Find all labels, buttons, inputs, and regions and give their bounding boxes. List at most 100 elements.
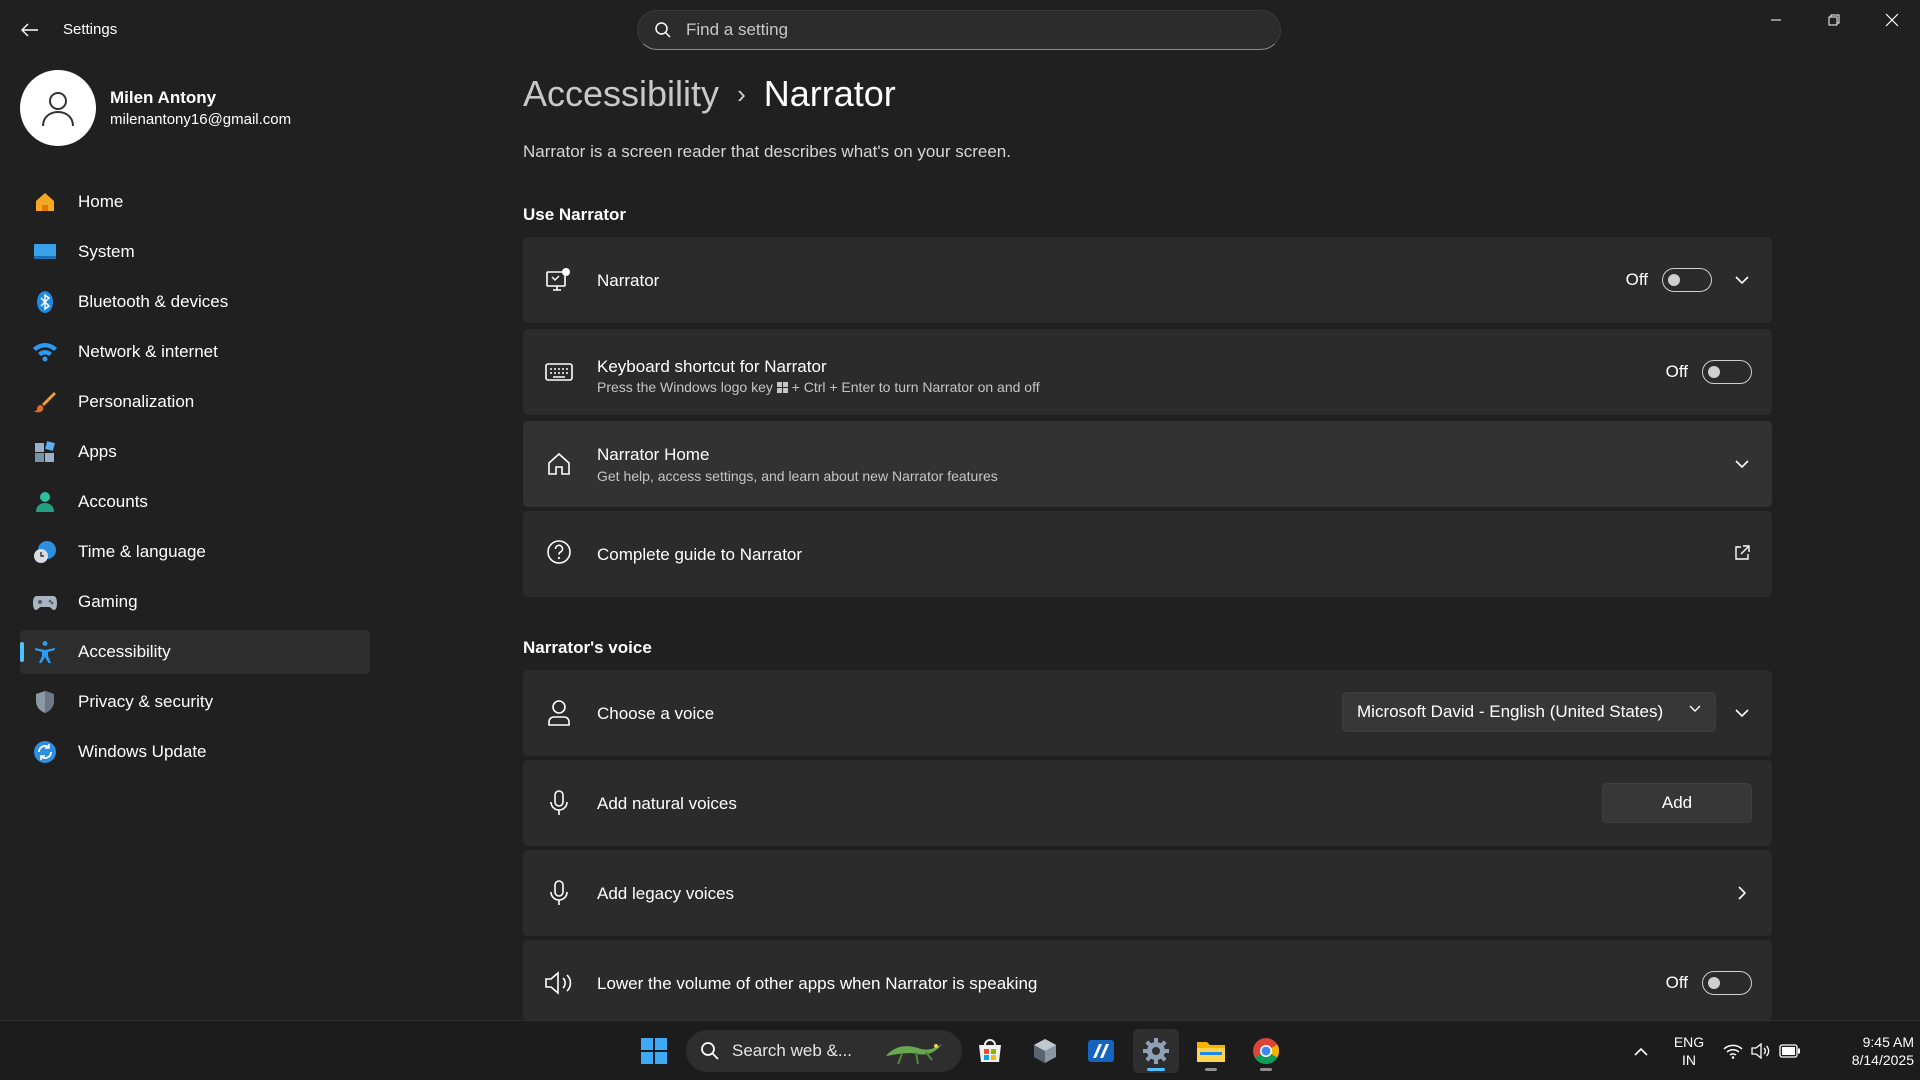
sidebar-item-label: Privacy & security [78,692,214,711]
taskbar-app-settings[interactable] [1133,1029,1179,1073]
sidebar-item-label: Network & internet [78,342,218,361]
sidebar-item-label: Home [78,192,124,211]
voice-select[interactable]: Microsoft David - English (United States… [1342,692,1716,732]
taskbar-app-generic[interactable] [1022,1029,1068,1073]
person-icon [543,697,575,729]
lower-volume-toggle[interactable] [1702,971,1752,995]
minimize-button[interactable] [1748,0,1804,40]
narrator-expand-button[interactable] [1730,268,1754,292]
sidebar-item-system[interactable]: System [20,230,370,274]
sidebar-item-gaming[interactable]: Gaming [20,580,370,624]
profile-name: Milen Antony [110,88,217,107]
quick-settings-button[interactable] [1718,1029,1806,1073]
chevron-up-icon [1634,1047,1648,1056]
narrator-toggle-group: Off [1626,268,1712,292]
taskbar-app-file-explorer[interactable] [1188,1029,1234,1073]
input-language-indicator[interactable]: ENG IN [1666,1033,1712,1069]
breadcrumb-separator: › [737,78,746,109]
show-hidden-icons-button[interactable] [1618,1029,1664,1073]
minimize-icon [1771,19,1781,21]
voice-select-value: Microsoft David - English (United States… [1357,702,1664,721]
lower-volume-title: Lower the volume of other apps when Narr… [597,974,1038,993]
bluetooth-icon [32,289,58,315]
narrator-guide-title: Complete guide to Narrator [597,545,803,564]
sidebar-item-label: Gaming [78,592,138,611]
add-natural-voices-button[interactable]: Add [1602,783,1752,823]
close-icon [1885,13,1899,27]
keyboard-shortcut-toggle[interactable] [1702,360,1752,384]
app-running-indicator [984,1068,996,1071]
gamepad-icon [32,589,58,615]
legacy-voices-navigate-button[interactable] [1730,881,1754,905]
restore-icon [1828,14,1840,26]
lizard-decoration-icon [886,1044,943,1065]
chevron-down-icon [1689,705,1701,712]
close-button[interactable] [1864,0,1920,40]
lower-volume-toggle-state: Off [1665,973,1688,992]
system-icon [32,239,58,265]
narrator-card[interactable]: Narrator Off [523,237,1772,323]
search-box[interactable] [637,10,1281,50]
sidebar-item-personalization[interactable]: Personalization [20,380,370,424]
choose-voice-expand-button[interactable] [1730,701,1754,725]
update-icon [32,739,58,765]
search-icon [655,22,671,38]
open-external-button[interactable] [1730,541,1754,565]
sidebar-item-label: Accessibility [78,642,171,661]
keyboard-shortcut-subtitle-post: + Ctrl + Enter to turn Narrator on and o… [791,379,1040,395]
narrator-home-card[interactable]: Narrator Home Get help, access settings,… [523,421,1772,507]
taskbar-app-chrome[interactable] [1243,1029,1289,1073]
speaker-icon [543,967,575,999]
clock[interactable]: 9:45 AM 8/14/2025 [1818,1033,1914,1069]
microphone-icon [543,877,575,909]
user-avatar-icon [42,92,74,127]
page-description: Narrator is a screen reader that describ… [523,142,1011,161]
sidebar-item-privacy[interactable]: Privacy & security [20,680,370,724]
sidebar-item-bluetooth[interactable]: Bluetooth & devices [20,280,370,324]
title-bar: Settings [0,0,1920,60]
keyboard-icon [543,356,575,388]
narrator-home-expand-button[interactable] [1730,452,1754,476]
keyboard-shortcut-subtitle-pre: Press the Windows logo key [597,379,773,395]
taskbar-search[interactable]: Search web &... [686,1030,962,1072]
start-button[interactable] [631,1029,677,1073]
avatar [20,70,96,146]
sidebar-item-home[interactable]: Home [20,180,370,224]
keyboard-shortcut-title: Keyboard shortcut for Narrator [597,357,827,376]
taskbar: Search web &... ENG IN 9:45 AM 8/14/2025 [0,1020,1920,1080]
sidebar-item-accounts[interactable]: Accounts [20,480,370,524]
sidebar-item-network[interactable]: Network & internet [20,330,370,374]
chevron-down-icon [1735,708,1749,717]
sidebar-nav: Home System Bluetooth & devices Network … [20,180,370,780]
narrator-home-subtitle: Get help, access settings, and learn abo… [597,468,998,484]
taskbar-app-editor[interactable] [1078,1029,1124,1073]
app-running-indicator [1205,1068,1217,1071]
chevron-right-icon [1737,886,1746,900]
search-input[interactable] [686,20,1246,40]
back-button[interactable] [14,16,46,44]
back-arrow-icon [21,23,38,37]
settings-window: Settings Milen Antony milenantony16@gmai… [0,0,1920,1020]
language-line1: ENG [1673,1034,1705,1050]
app-running-indicator [1260,1068,1272,1071]
breadcrumb-parent[interactable]: Accessibility [523,73,719,115]
taskbar-app-store[interactable] [967,1029,1013,1073]
app-title: Settings [63,21,118,38]
clock-time: 9:45 AM [1862,1034,1914,1050]
keyboard-shortcut-toggle-state: Off [1665,362,1688,381]
lower-volume-toggle-group: Off [1666,971,1752,995]
keyboard-shortcut-toggle-group: Off [1666,360,1752,384]
shield-icon [32,689,58,715]
brush-icon [32,389,58,415]
sidebar-item-time-language[interactable]: Time & language [20,530,370,574]
sidebar-item-apps[interactable]: Apps [20,430,370,474]
restore-button[interactable] [1806,0,1862,40]
sidebar-item-windows-update[interactable]: Windows Update [20,730,370,774]
sidebar-item-accessibility[interactable]: Accessibility [20,630,370,674]
narrator-guide-card[interactable]: Complete guide to Narrator [523,511,1772,597]
legacy-voices-card[interactable]: Add legacy voices [523,850,1772,936]
natural-voices-card: Add natural voices Add [523,760,1772,846]
narrator-toggle[interactable] [1662,268,1712,292]
user-profile[interactable]: Milen Antony milenantony16@gmail.com [20,70,291,146]
sidebar-item-label: Accounts [78,492,148,511]
